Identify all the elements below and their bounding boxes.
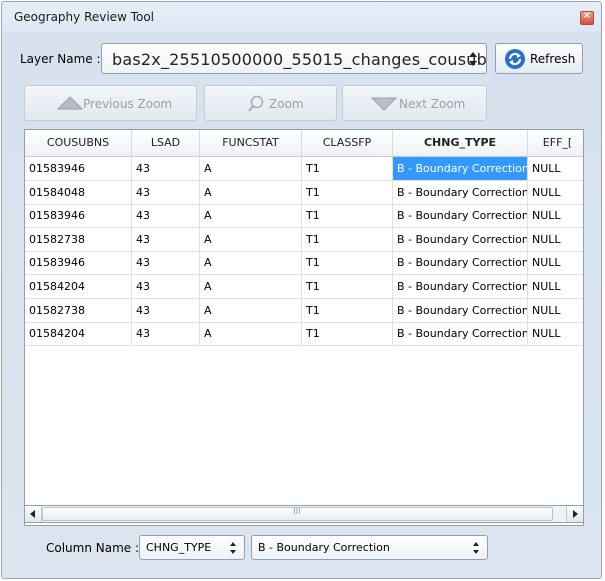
column-name-value: CHNG_TYPE (146, 541, 212, 554)
scroll-left-button[interactable] (25, 506, 42, 522)
cell-chng-type[interactable]: B - Boundary Correction (393, 157, 528, 180)
cell-chng-type[interactable]: B - Boundary Correction (393, 322, 528, 346)
cell-funcstat[interactable]: A (200, 298, 302, 322)
next-zoom-label: Next Zoom (399, 97, 466, 111)
up-down-arrows-icon (473, 542, 479, 554)
cell-funcstat[interactable]: A (200, 322, 302, 346)
cell-classfp[interactable]: T1 (302, 204, 393, 228)
cell-chng-type[interactable]: B - Boundary Correction (393, 180, 528, 204)
table-row[interactable]: 01584204 43 A T1 B - Boundary Correction NULL (25, 275, 583, 299)
cell-eff[interactable]: NULL (528, 157, 583, 180)
cell-lsad[interactable]: 43 (132, 204, 200, 228)
title-bar[interactable]: Geography Review Tool × (2, 2, 601, 32)
cell-classfp[interactable]: T1 (302, 180, 393, 204)
table-row[interactable]: 01584048 43 A T1 B - Boundary Correction NULL (25, 180, 583, 205)
cell-lsad[interactable]: 43 (132, 298, 200, 322)
cell-cousubns[interactable]: 01584204 (25, 275, 132, 298)
previous-zoom-label: Previous Zoom (83, 97, 173, 111)
triangle-down-icon (371, 97, 397, 111)
triangle-up-icon (57, 96, 83, 110)
cell-funcstat[interactable]: A (200, 180, 302, 204)
cell-funcstat[interactable]: A (200, 157, 302, 180)
cell-lsad[interactable]: 43 (132, 322, 200, 346)
up-down-arrows-icon (230, 542, 236, 554)
column-header-chng-type[interactable]: CHNG_TYPE (393, 130, 528, 156)
cell-cousubns[interactable]: 01583946 (25, 204, 132, 228)
cell-chng-type[interactable]: B - Boundary Correction (393, 275, 528, 298)
cell-lsad[interactable]: 43 (132, 157, 200, 180)
cell-classfp[interactable]: T1 (302, 227, 393, 251)
cell-funcstat[interactable]: A (200, 275, 302, 298)
cell-cousubns[interactable]: 01584204 (25, 322, 132, 346)
column-header-eff[interactable]: EFF_[ (528, 130, 583, 156)
cell-cousubns[interactable]: 01584048 (25, 180, 132, 204)
cell-eff[interactable]: NULL (528, 228, 583, 251)
cell-eff[interactable]: NULL (528, 275, 583, 298)
previous-zoom-button[interactable]: Previous Zoom (24, 85, 197, 121)
cell-classfp[interactable]: T1 (302, 157, 393, 180)
cell-chng-type[interactable]: B - Boundary Correction (393, 204, 528, 228)
cell-chng-type[interactable]: B - Boundary Correction (393, 251, 528, 275)
scroll-right-button[interactable] (566, 506, 583, 522)
column-header-lsad[interactable]: LSAD (132, 130, 200, 156)
cell-eff[interactable]: NULL (528, 299, 583, 322)
table-row[interactable]: 01584204 43 A T1 B - Boundary Correction NULL (25, 322, 583, 347)
column-header-funcstat[interactable]: FUNCSTAT (200, 130, 302, 156)
column-name-label: Column Name : (46, 541, 140, 555)
close-icon: × (582, 10, 592, 21)
horizontal-scrollbar[interactable]: III (24, 505, 584, 523)
cell-eff[interactable]: NULL (528, 181, 583, 204)
refresh-button[interactable]: Refresh (495, 43, 583, 74)
cell-classfp[interactable]: T1 (302, 322, 393, 346)
refresh-icon (505, 49, 525, 69)
layer-name-select[interactable]: bas2x_25510500000_55015_changes_cousub (101, 43, 487, 74)
table-row[interactable]: 01582738 43 A T1 B - Boundary Correction NULL (25, 298, 583, 323)
table-row[interactable]: 01583946 43 A T1 B - Boundary Correction NULL (25, 251, 583, 276)
zoom-label: Zoom (269, 97, 304, 111)
close-button[interactable]: × (580, 10, 594, 25)
up-down-arrows-icon (469, 52, 477, 66)
cell-cousubns[interactable]: 01582738 (25, 298, 132, 322)
cell-classfp[interactable]: T1 (302, 298, 393, 322)
zoom-button[interactable]: Zoom (204, 85, 337, 121)
table-row[interactable]: 01583946 43 A T1 B - Boundary Correction NULL (25, 157, 583, 181)
scrollbar-thumb[interactable]: III (42, 507, 553, 521)
cell-classfp[interactable]: T1 (302, 251, 393, 275)
table-header: COUSUBNS LSAD FUNCSTAT CLASSFP CHNG_TYPE… (25, 130, 583, 157)
window-title: Geography Review Tool (14, 10, 155, 24)
cell-classfp[interactable]: T1 (302, 275, 393, 298)
refresh-label: Refresh (530, 52, 576, 66)
next-zoom-button[interactable]: Next Zoom (342, 85, 487, 121)
cell-funcstat[interactable]: A (200, 227, 302, 251)
magnifier-icon (248, 95, 264, 112)
cell-lsad[interactable]: 43 (132, 180, 200, 204)
filter-value-select[interactable]: B - Boundary Correction (251, 535, 488, 560)
column-name-select[interactable]: CHNG_TYPE (139, 535, 245, 560)
column-header-cousubns[interactable]: COUSUBNS (25, 130, 132, 156)
cell-cousubns[interactable]: 01582738 (25, 227, 132, 251)
cell-funcstat[interactable]: A (200, 251, 302, 275)
cell-lsad[interactable]: 43 (132, 227, 200, 251)
cell-eff[interactable]: NULL (528, 322, 583, 345)
table-row[interactable]: 01583946 43 A T1 B - Boundary Correction NULL (25, 204, 583, 229)
cell-eff[interactable]: NULL (528, 251, 583, 274)
cell-lsad[interactable]: 43 (132, 251, 200, 275)
cell-eff[interactable]: NULL (528, 204, 583, 227)
attribute-table[interactable]: COUSUBNS LSAD FUNCSTAT CLASSFP CHNG_TYPE… (24, 129, 584, 526)
column-header-classfp[interactable]: CLASSFP (302, 130, 393, 156)
arrow-right-icon (573, 510, 578, 518)
cell-funcstat[interactable]: A (200, 204, 302, 228)
filter-value: B - Boundary Correction (258, 541, 390, 554)
cell-cousubns[interactable]: 01583946 (25, 251, 132, 275)
cell-chng-type[interactable]: B - Boundary Correction (393, 227, 528, 251)
cell-lsad[interactable]: 43 (132, 275, 200, 298)
table-row[interactable]: 01582738 43 A T1 B - Boundary Correction NULL (25, 227, 583, 252)
layer-name-label: Layer Name : (20, 52, 101, 66)
cell-cousubns[interactable]: 01583946 (25, 157, 132, 180)
layer-name-value: bas2x_25510500000_55015_changes_cousub (112, 50, 487, 69)
cell-chng-type[interactable]: B - Boundary Correction (393, 298, 528, 322)
arrow-left-icon (30, 510, 35, 518)
scroll-grip: III (293, 507, 301, 517)
